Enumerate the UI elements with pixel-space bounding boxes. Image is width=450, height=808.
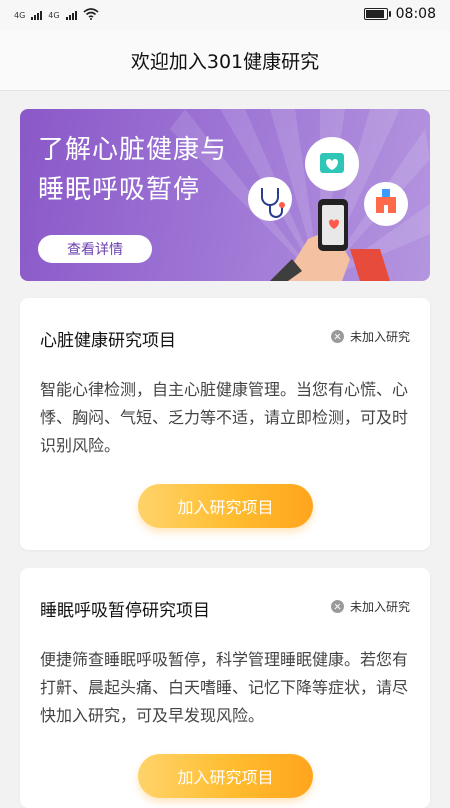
clock: 08:08 bbox=[395, 6, 436, 22]
status-badge: 未加入研究 bbox=[330, 598, 410, 615]
signal-indicators: 4G 4G bbox=[14, 8, 99, 20]
banner-line-1: 了解心脏健康与 bbox=[38, 135, 228, 165]
join-heart-study-button[interactable]: 加入研究项目 bbox=[138, 484, 313, 528]
heart-monitor-bubble-icon bbox=[305, 137, 359, 191]
card-description: 智能心律检测，自主心脏健康管理。当您有心慌、心悸、胸闷、气短、乏力等不适，请立即… bbox=[40, 380, 409, 455]
card-description: 便捷筛查睡眠呼吸暂停，科学管理睡眠健康。若您有打鼾、晨起头痛、白天嗜睡、记忆下降… bbox=[40, 650, 409, 725]
join-sleep-study-button[interactable]: 加入研究项目 bbox=[138, 754, 313, 798]
sleep-apnea-study-card: 睡眠呼吸暂停研究项目 未加入研究 便捷筛查睡眠呼吸暂停，科学管理睡眠健康。若您有… bbox=[20, 568, 430, 808]
status-bar: 4G 4G 08:08 bbox=[0, 0, 450, 30]
view-details-button[interactable]: 查看详情 bbox=[38, 235, 152, 263]
status-label: 未加入研究 bbox=[349, 330, 410, 344]
card-title: 心脏健康研究项目 bbox=[40, 331, 176, 351]
signal-icon-1 bbox=[31, 11, 43, 20]
network-label-2: 4G bbox=[48, 11, 60, 20]
status-badge: 未加入研究 bbox=[330, 328, 410, 345]
status-label: 未加入研究 bbox=[349, 600, 410, 614]
battery-icon bbox=[363, 8, 391, 20]
stethoscope-bubble-icon bbox=[248, 177, 292, 221]
network-label-1: 4G bbox=[14, 11, 26, 20]
signal-icon-2 bbox=[65, 11, 77, 20]
banner-line-2: 睡眠呼吸暂停 bbox=[38, 175, 201, 205]
card-title: 睡眠呼吸暂停研究项目 bbox=[40, 601, 210, 621]
close-circle-icon bbox=[330, 330, 344, 343]
promo-banner[interactable]: 了解心脏健康与 睡眠呼吸暂停 查看详情 bbox=[20, 109, 430, 281]
header: 欢迎加入301健康研究 bbox=[0, 30, 450, 91]
hospital-bubble-icon bbox=[364, 182, 408, 226]
page-title: 欢迎加入301健康研究 bbox=[130, 50, 320, 73]
status-right: 08:08 bbox=[363, 6, 436, 22]
heart-study-card: 心脏健康研究项目 未加入研究 智能心律检测，自主心脏健康管理。当您有心慌、心悸、… bbox=[20, 298, 430, 550]
close-circle-icon bbox=[330, 600, 344, 613]
wifi-icon bbox=[83, 8, 99, 20]
